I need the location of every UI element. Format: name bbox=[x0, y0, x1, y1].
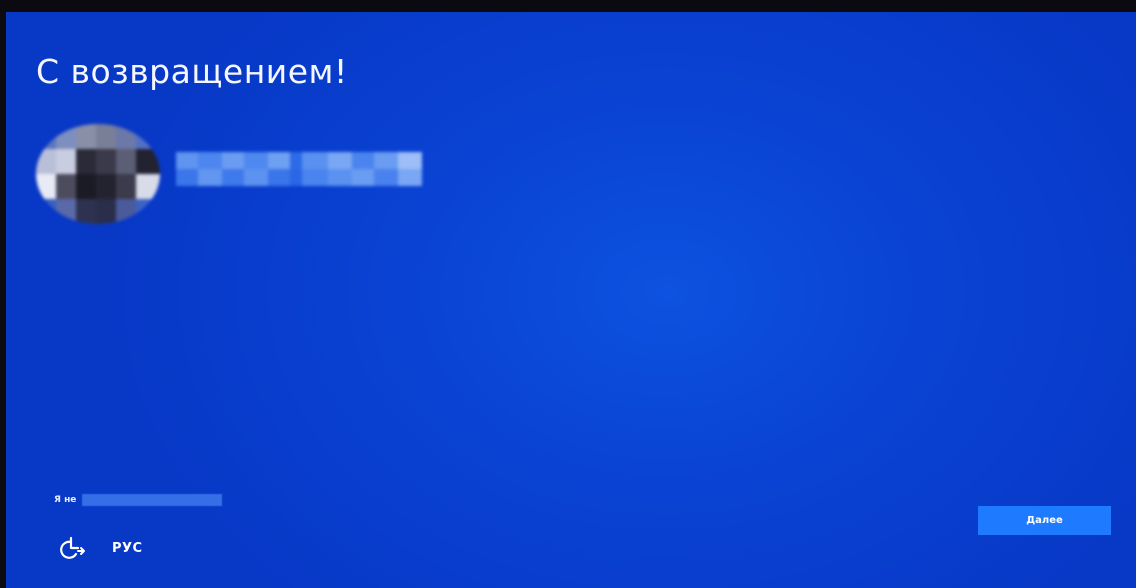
ease-of-access-icon bbox=[60, 536, 85, 559]
oobe-welcome-back-screen: С возвращением! Я не РУС Далее bbox=[6, 12, 1136, 588]
language-button[interactable]: РУС bbox=[112, 541, 143, 556]
ease-of-access-button[interactable] bbox=[58, 535, 88, 561]
username-redacted bbox=[176, 152, 422, 186]
bottom-bar: РУС bbox=[58, 534, 143, 562]
not-me-link[interactable]: Я не bbox=[54, 492, 223, 508]
next-button[interactable]: Далее bbox=[978, 506, 1111, 535]
page-title: С возвращением! bbox=[36, 52, 348, 91]
user-avatar bbox=[36, 124, 160, 224]
pixelated-avatar-image bbox=[36, 124, 160, 224]
not-me-prefix: Я не bbox=[54, 495, 77, 505]
not-me-username-redacted bbox=[82, 494, 223, 506]
pixelated-username bbox=[176, 152, 422, 186]
